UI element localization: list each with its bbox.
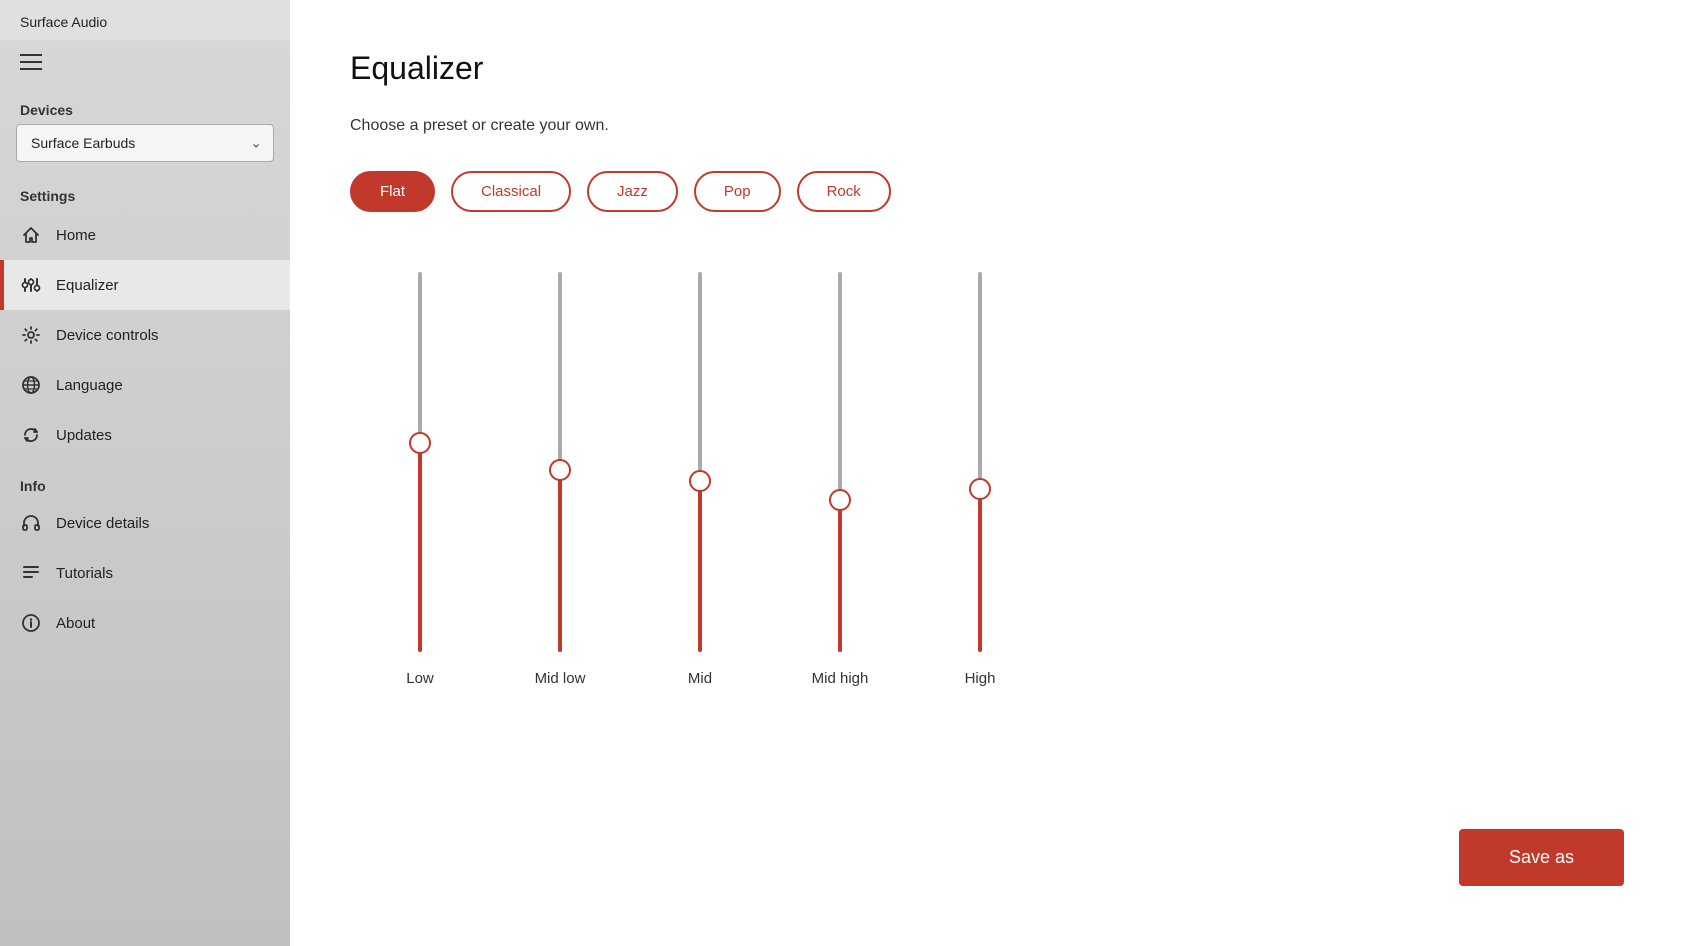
eq-slider-low-track[interactable] (417, 272, 423, 652)
eq-slider-mid-low-track[interactable] (557, 272, 563, 652)
save-as-button[interactable]: Save as (1459, 829, 1624, 886)
equalizer-icon (20, 274, 42, 296)
sidebar-item-language-label: Language (56, 377, 123, 394)
hamburger-button[interactable] (0, 40, 290, 84)
headphones-icon (20, 512, 42, 534)
eq-label-mid-high: Mid high (812, 670, 869, 687)
eq-band-mid-low: Mid low (490, 272, 630, 687)
settings-section-label: Settings (0, 170, 290, 210)
eq-thumb-low[interactable] (409, 432, 431, 454)
eq-label-mid-low: Mid low (535, 670, 586, 687)
globe-icon (20, 374, 42, 396)
eq-fill-low (418, 443, 422, 652)
preset-row: Flat Classical Jazz Pop Rock (350, 171, 1624, 212)
eq-label-low: Low (406, 670, 434, 687)
tutorials-icon (20, 562, 42, 584)
sidebar-item-tutorials-label: Tutorials (56, 565, 113, 582)
sidebar-item-device-details-label: Device details (56, 515, 149, 532)
sidebar-item-updates-label: Updates (56, 427, 112, 444)
eq-band-mid-high: Mid high (770, 272, 910, 687)
device-selector-wrapper: Surface Earbuds ⌄ (16, 124, 274, 162)
eq-band-high: High (910, 272, 1050, 687)
sidebar-item-equalizer[interactable]: Equalizer (0, 260, 290, 310)
sidebar-item-about[interactable]: About (0, 598, 290, 648)
sidebar-item-updates[interactable]: Updates (0, 410, 290, 460)
eq-label-high: High (965, 670, 996, 687)
eq-track-mid-high (838, 272, 842, 652)
eq-track-high (978, 272, 982, 652)
eq-fill-mid (698, 481, 702, 652)
eq-label-mid: Mid (688, 670, 712, 687)
preset-pop-button[interactable]: Pop (694, 171, 781, 212)
eq-thumb-mid-high[interactable] (829, 489, 851, 511)
hamburger-icon (20, 54, 42, 70)
active-indicator (0, 260, 4, 310)
sidebar-item-home-label: Home (56, 227, 96, 244)
eq-band-mid: Mid (630, 272, 770, 687)
eq-slider-high-track[interactable] (977, 272, 983, 652)
page-title: Equalizer (350, 50, 1624, 87)
preset-rock-button[interactable]: Rock (797, 171, 891, 212)
sidebar-item-device-controls-label: Device controls (56, 327, 159, 344)
sidebar-item-equalizer-label: Equalizer (56, 277, 119, 294)
main-content: Equalizer Choose a preset or create your… (290, 0, 1684, 946)
eq-fill-high (978, 489, 982, 652)
eq-thumb-high[interactable] (969, 478, 991, 500)
eq-thumb-mid-low[interactable] (549, 459, 571, 481)
preset-jazz-button[interactable]: Jazz (587, 171, 678, 212)
info-section-label: Info (0, 460, 290, 498)
eq-track-mid-low (558, 272, 562, 652)
sidebar-item-language[interactable]: Language (0, 360, 290, 410)
eq-band-low: Low (350, 272, 490, 687)
sidebar-item-home[interactable]: Home (0, 210, 290, 260)
refresh-icon (20, 424, 42, 446)
sidebar-item-about-label: About (56, 615, 95, 632)
eq-track-low (418, 272, 422, 652)
eq-slider-mid-high-track[interactable] (837, 272, 843, 652)
eq-slider-mid-track[interactable] (697, 272, 703, 652)
sidebar-item-device-controls[interactable]: Device controls (0, 310, 290, 360)
home-icon (20, 224, 42, 246)
device-select[interactable]: Surface Earbuds (16, 124, 274, 162)
eq-section: Low Mid low Mid (350, 272, 1624, 906)
eq-thumb-mid[interactable] (689, 470, 711, 492)
app-title: Surface Audio (0, 0, 290, 40)
sidebar-item-tutorials[interactable]: Tutorials (0, 548, 290, 598)
devices-section-label: Devices (0, 84, 290, 124)
preset-classical-button[interactable]: Classical (451, 171, 571, 212)
eq-fill-mid-high (838, 500, 842, 652)
eq-track-mid (698, 272, 702, 652)
info-icon (20, 612, 42, 634)
gear-icon (20, 324, 42, 346)
sidebar-item-device-details[interactable]: Device details (0, 498, 290, 548)
sidebar: Surface Audio Devices Surface Earbuds ⌄ … (0, 0, 290, 946)
preset-flat-button[interactable]: Flat (350, 171, 435, 212)
eq-fill-mid-low (558, 470, 562, 652)
subtitle: Choose a preset or create your own. (350, 117, 1624, 135)
